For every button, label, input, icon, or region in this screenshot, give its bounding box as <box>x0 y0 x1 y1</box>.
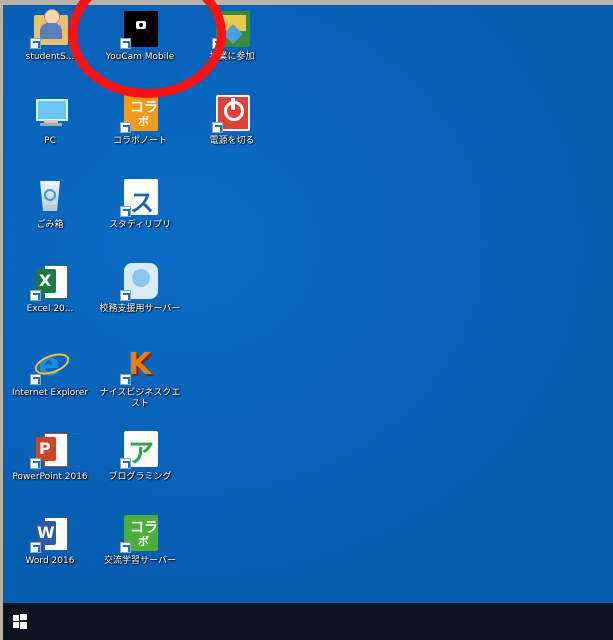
exchange-server-icon: コラ ボ <box>120 513 160 553</box>
power-icon <box>212 93 252 133</box>
k-app-icon: K <box>120 345 160 385</box>
windows-start-icon[interactable] <box>11 612 31 632</box>
desktop: studentS... YouCam Mobile 授業に参加 PC コラ ボ … <box>3 0 613 603</box>
desktop-icon-recycle-bin[interactable]: ごみ箱 <box>7 177 93 231</box>
desktop-icon-collabonote[interactable]: コラ ボ コラボノート <box>97 93 183 147</box>
icon-label: コラボノート <box>112 136 167 146</box>
server-icon <box>120 261 160 301</box>
desktop-icon-school-server[interactable]: 校務支援用サーバー <box>97 261 183 315</box>
desktop-icon-exchange-server[interactable]: コラ ボ 交流学習サーバー <box>97 513 183 567</box>
icon-label: studentS... <box>25 52 75 62</box>
icon-label: Excel 20... <box>26 304 74 314</box>
icon-label: 校務支援用サーバー <box>99 304 181 314</box>
recycle-bin-icon <box>30 177 70 217</box>
computer-icon <box>30 93 70 133</box>
desktop-icon-excel[interactable]: X Excel 20... <box>7 261 93 315</box>
camera-icon <box>120 9 160 49</box>
desktop-icon-studysapuri[interactable]: ス スタディリプリ <box>97 177 183 231</box>
desktop-icon-word[interactable]: W Word 2016 <box>7 513 93 567</box>
word-icon: W <box>30 513 70 553</box>
desktop-icon-k-app[interactable]: K ナイスビジネスクエスト <box>97 345 183 410</box>
desktop-icon-youcam-mobile[interactable]: YouCam Mobile <box>97 9 183 63</box>
icon-label: Internet Explorer <box>11 388 89 398</box>
icon-label: PC <box>44 136 56 146</box>
desktop-icon-programming[interactable]: ア プログラミング <box>97 429 183 483</box>
taskbar <box>3 603 613 640</box>
desktop-icon-internet-explorer[interactable]: e Internet Explorer <box>7 345 93 399</box>
icon-label: 交流学習サーバー <box>104 556 176 566</box>
desktop-icon-student-folder[interactable]: studentS... <box>7 9 93 63</box>
icon-label: 電源を切る <box>209 136 255 146</box>
icon-label: スタディリプリ <box>108 220 172 230</box>
desktop-icon-class-join[interactable]: 授業に参加 <box>189 9 275 63</box>
icon-label: 授業に参加 <box>209 52 255 62</box>
internet-explorer-icon: e <box>30 345 72 385</box>
icon-label: YouCam Mobile <box>105 52 175 62</box>
class-join-icon <box>212 9 252 49</box>
collabonote-icon: コラ ボ <box>120 93 160 133</box>
icon-label: Word 2016 <box>25 556 75 566</box>
icon-label: PowerPoint 2016 <box>12 472 88 482</box>
excel-icon: X <box>30 261 70 301</box>
icon-label: ナイスビジネスクエスト <box>99 388 181 409</box>
desktop-icon-power-off[interactable]: 電源を切る <box>189 93 275 147</box>
desktop-icon-pc[interactable]: PC <box>7 93 93 147</box>
user-folder-icon <box>30 9 70 49</box>
icon-label: プログラミング <box>108 472 172 482</box>
studysapuri-icon: ス <box>120 177 160 217</box>
powerpoint-icon: P <box>30 429 70 469</box>
icon-label: ごみ箱 <box>36 220 64 230</box>
desktop-icon-powerpoint[interactable]: P PowerPoint 2016 <box>7 429 93 483</box>
programming-icon: ア <box>120 429 160 469</box>
